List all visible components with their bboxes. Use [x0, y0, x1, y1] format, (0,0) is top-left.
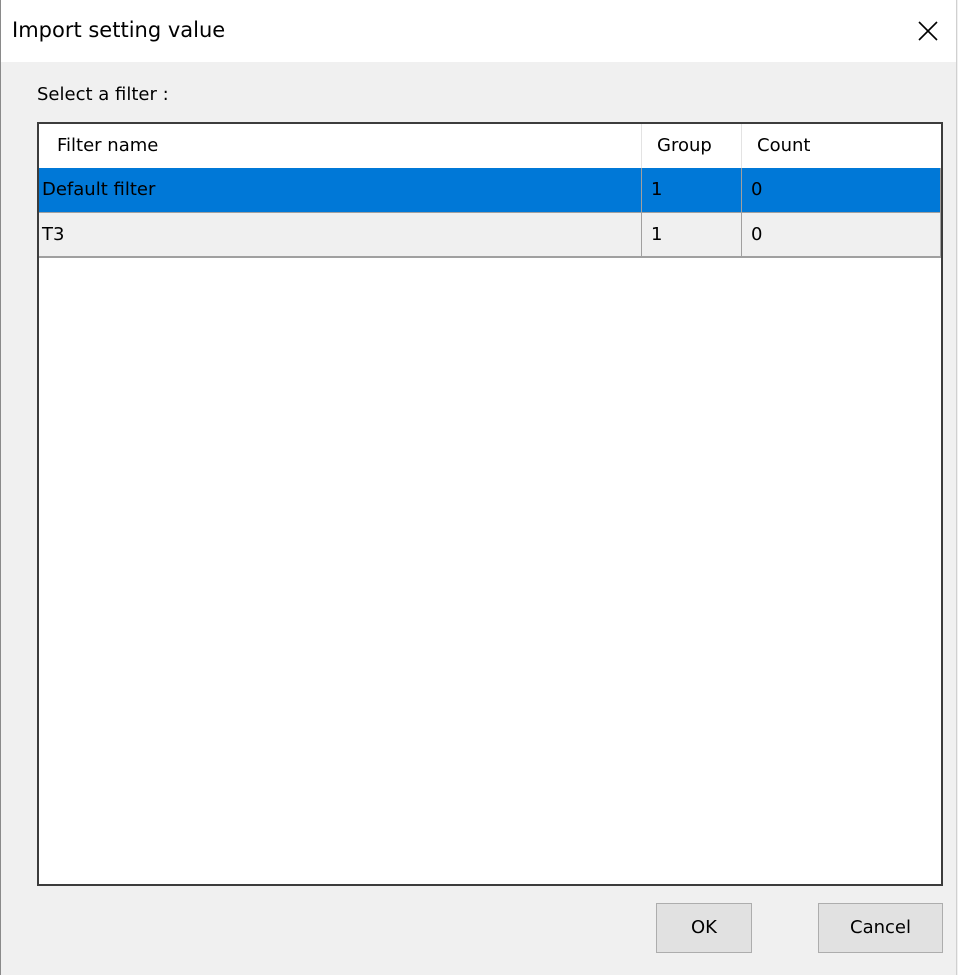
- cell-filter-name: Default filter: [39, 168, 642, 212]
- column-header-filter-name[interactable]: Filter name: [39, 124, 642, 168]
- table-row[interactable]: T3 1 0: [39, 213, 941, 258]
- cell-group: 1: [642, 213, 742, 256]
- cell-group: 1: [642, 168, 742, 212]
- filter-list[interactable]: Filter name Group Count Default filter 1…: [37, 122, 943, 886]
- close-icon: [917, 20, 939, 42]
- window-title: Import setting value: [12, 18, 226, 42]
- select-filter-label: Select a filter :: [37, 84, 169, 105]
- column-header-group[interactable]: Group: [642, 124, 742, 168]
- title-bar: Import setting value: [1, 0, 956, 62]
- cancel-button[interactable]: Cancel: [818, 903, 943, 953]
- cell-count: 0: [742, 168, 941, 212]
- cell-filter-name: T3: [39, 213, 642, 256]
- list-header: Filter name Group Count: [39, 124, 941, 168]
- close-button[interactable]: [900, 0, 956, 62]
- cell-count: 0: [742, 213, 941, 256]
- import-setting-dialog: Import setting value Select a filter : F…: [0, 0, 957, 975]
- table-row[interactable]: Default filter 1 0: [39, 168, 941, 213]
- column-header-count[interactable]: Count: [742, 124, 941, 168]
- ok-button[interactable]: OK: [656, 903, 752, 953]
